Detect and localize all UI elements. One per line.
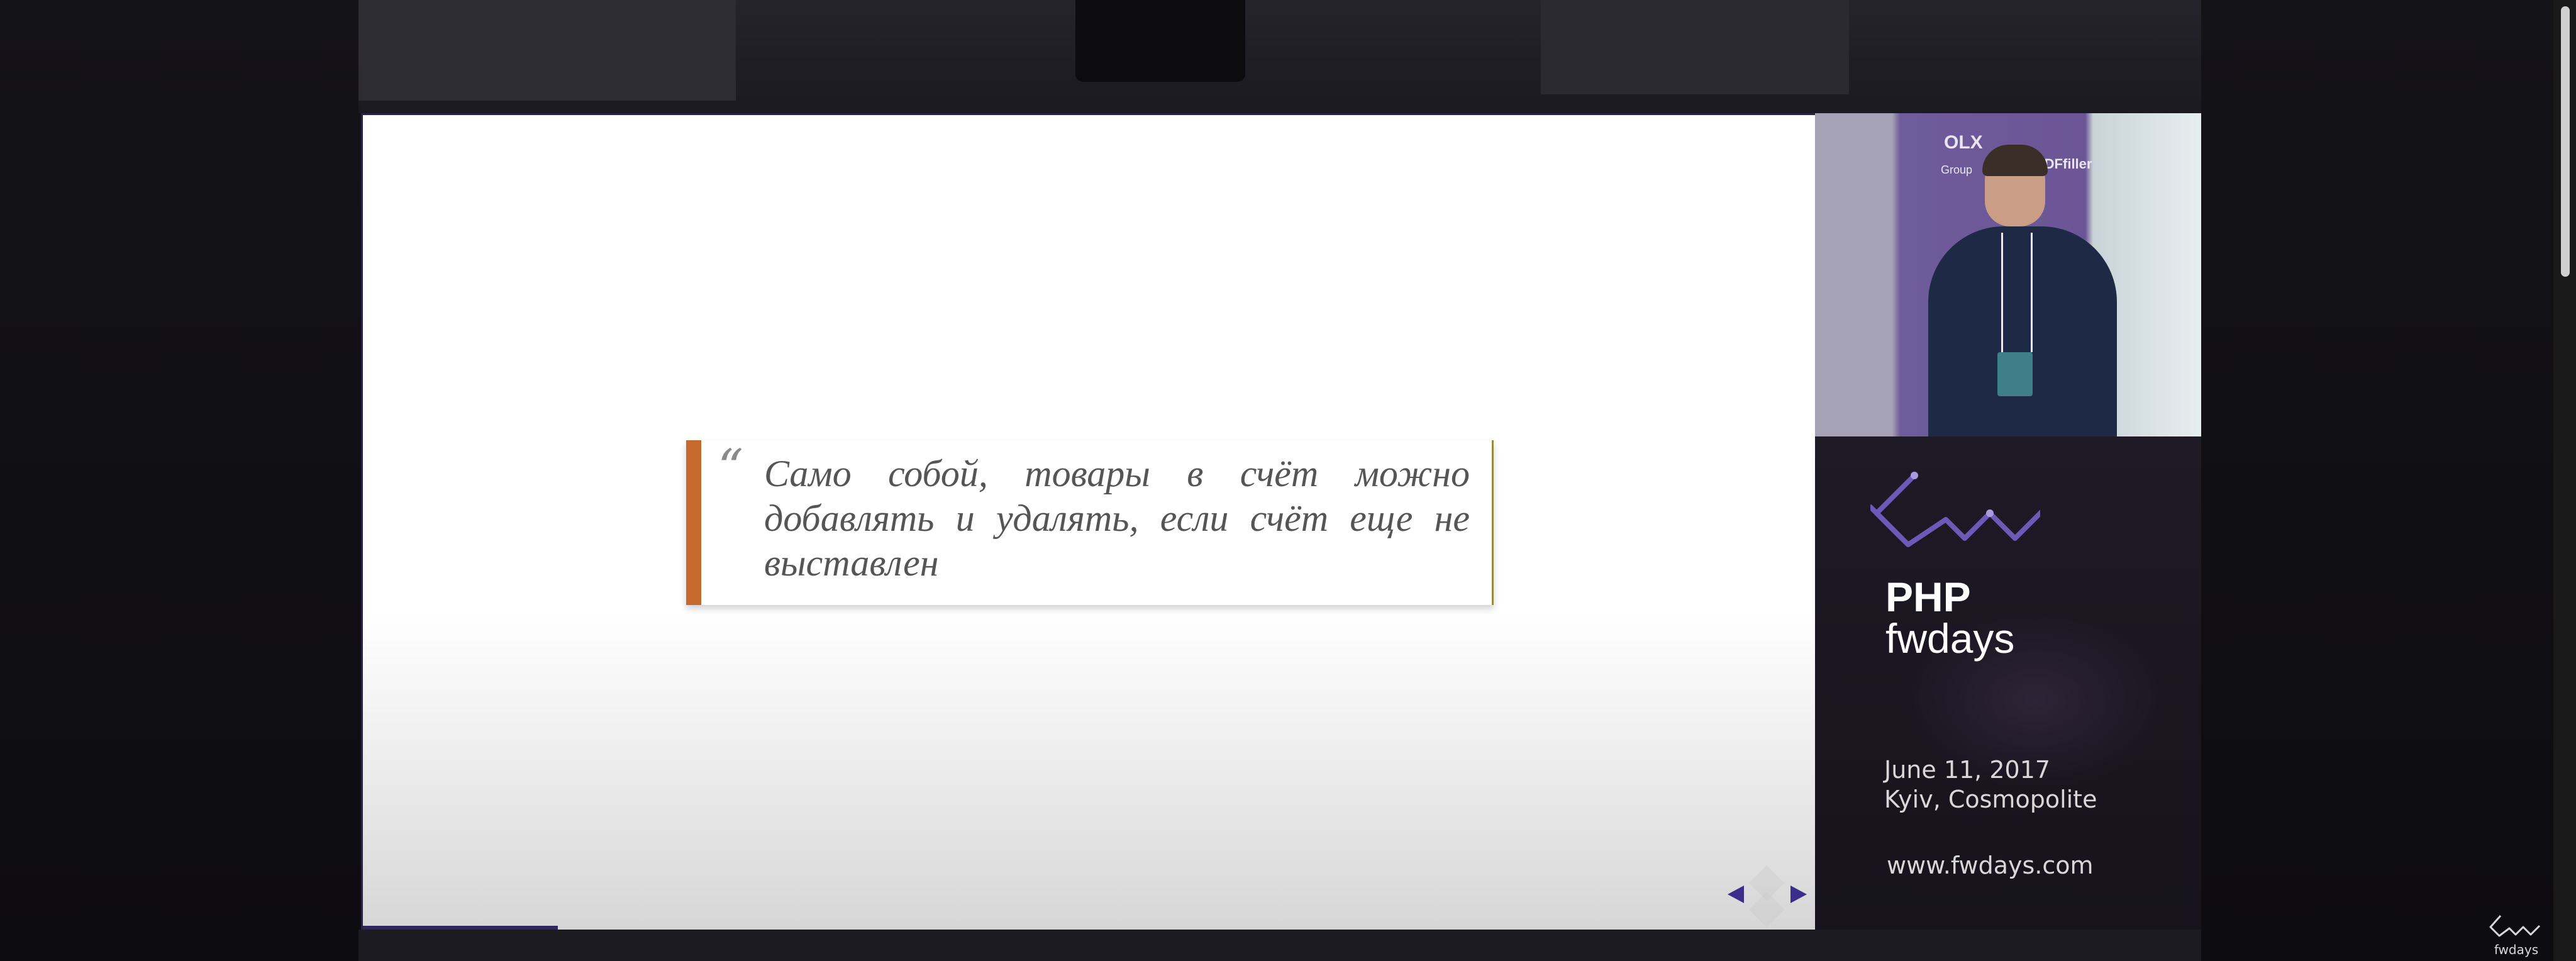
scrollbar-thumb[interactable]	[2561, 6, 2570, 277]
event-info-panel: PHP fwdays June 11, 2017 Kyiv, Cosmopoli…	[1815, 436, 2201, 930]
background-speaker	[1075, 0, 1245, 82]
background-screen	[1541, 0, 1849, 94]
nav-decoration	[1748, 891, 1785, 928]
background-stage-top	[358, 0, 2201, 113]
quote-text: Само собой, товары в счёт можно добавлят…	[764, 453, 1470, 584]
slide-navigation	[1721, 862, 1809, 930]
event-venue: Kyiv, Cosmopolite	[1884, 786, 2097, 813]
corner-watermark: fwdays	[2488, 913, 2545, 957]
quote-mark-icon: “	[718, 438, 743, 497]
event-date: June 11, 2017	[1884, 756, 2051, 784]
speaker-video: OLX Group PDFfiller	[1815, 113, 2201, 436]
banner-logo-text: OLX	[1944, 132, 1983, 153]
event-website-link[interactable]: www.fwdays.com	[1887, 852, 2094, 879]
event-title-line1: PHP	[1885, 574, 1971, 620]
speaker-lanyard	[2001, 233, 2033, 352]
page-scrollbar[interactable]	[2553, 0, 2576, 961]
speaker-hair	[1982, 145, 2048, 176]
arrow-right-icon[interactable]	[1790, 886, 1807, 903]
fwdays-logo-icon	[1870, 472, 2040, 547]
video-player-stage: “ Само собой, товары в счёт можно добавл…	[0, 0, 2576, 961]
presentation-slide: “ Само собой, товары в счёт можно добавл…	[361, 113, 1817, 930]
arrow-left-icon[interactable]	[1728, 886, 1744, 903]
background-screen	[358, 0, 736, 101]
slide-top-border	[363, 113, 1817, 115]
background-audience	[358, 930, 2201, 961]
slide-progress-bar	[363, 926, 558, 930]
banner-logo-text: Group	[1941, 164, 1973, 176]
event-title: PHP fwdays	[1885, 576, 2014, 659]
fwdays-watermark-icon	[2489, 915, 2541, 937]
corner-logo-label: fwdays	[2494, 942, 2539, 957]
event-title-line2: fwdays	[1885, 615, 2015, 662]
quote-box: “ Само собой, товары в счёт можно добавл…	[686, 440, 1494, 605]
speaker-badge	[1997, 352, 2033, 396]
